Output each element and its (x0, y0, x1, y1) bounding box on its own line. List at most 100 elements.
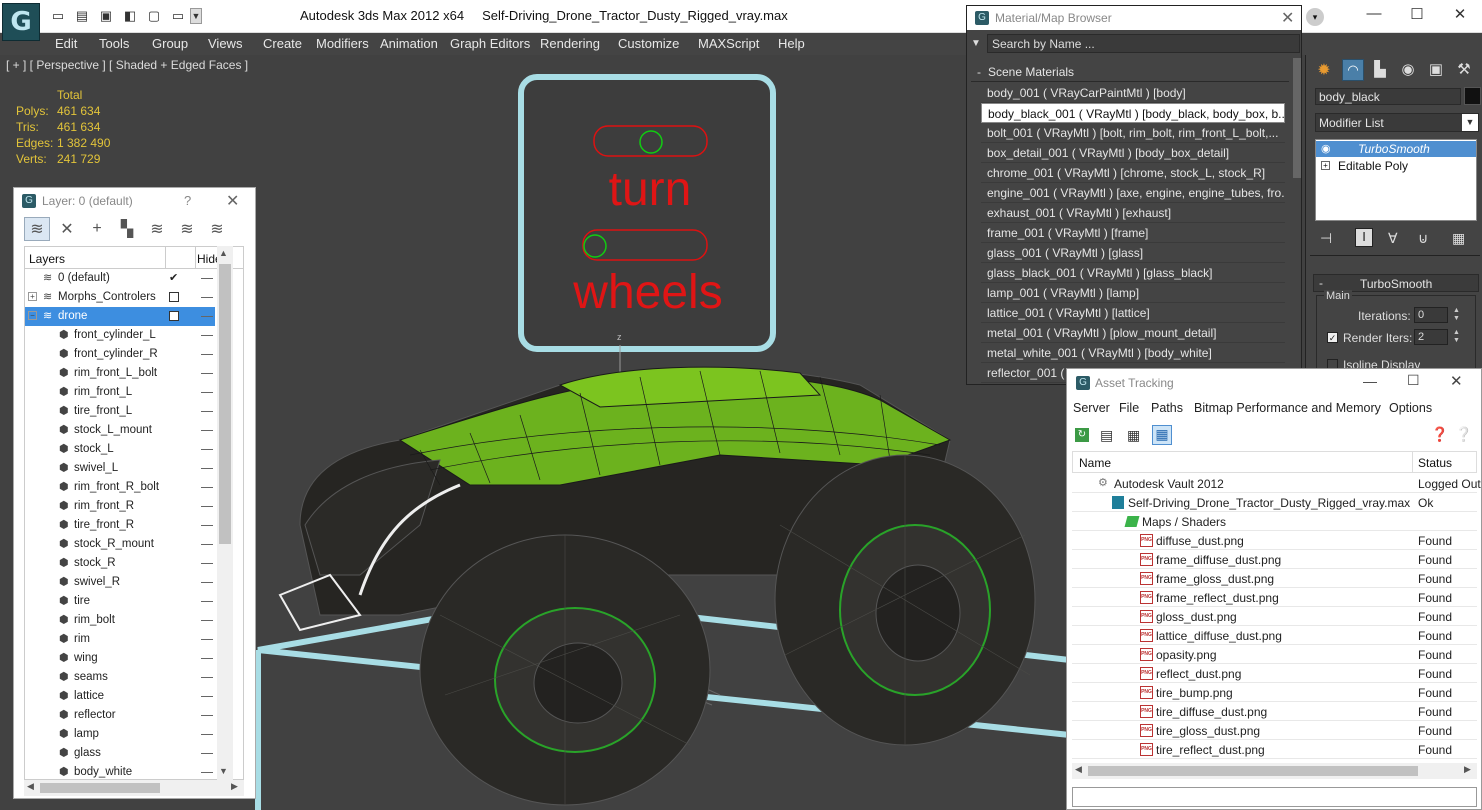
asset-row[interactable]: PNG tire_diffuse_dust.png Found (1072, 702, 1477, 721)
material-row[interactable]: box_detail_001 ( VRayMtl ) [body_box_det… (981, 143, 1285, 163)
hide-toggle[interactable] (201, 487, 213, 488)
layers-column-header[interactable]: Layers (29, 252, 65, 266)
hide-toggle[interactable] (201, 468, 213, 469)
open-file-icon[interactable]: ▤ (74, 8, 90, 24)
hide-toggle[interactable] (201, 449, 213, 450)
asset-row[interactable]: PNG frame_diffuse_dust.png Found (1072, 550, 1477, 569)
asset-menu-bitmap-performance[interactable]: Bitmap Performance and Memory (1194, 401, 1381, 415)
layer-row[interactable]: ⬢ front_cylinder_L (25, 326, 215, 345)
hide-toggle[interactable] (201, 316, 213, 317)
render-iters-spinner-arrows[interactable]: ▲ ▼ (1453, 329, 1460, 345)
hide-all-icon[interactable]: ≋ (174, 217, 200, 241)
material-row[interactable]: glass_001 ( VRayMtl ) [glass] (981, 243, 1285, 263)
settings-help-icon[interactable]: ❔ (1455, 426, 1472, 443)
current-layer-toggle[interactable] (169, 292, 179, 302)
layer-row[interactable]: ⬢ tire (25, 592, 215, 611)
list-view-icon[interactable]: ▤ (1100, 427, 1113, 444)
tractor-model[interactable] (278, 366, 1036, 806)
redo-icon[interactable]: ▢ (146, 8, 162, 24)
hide-toggle[interactable] (201, 601, 213, 602)
remove-modifier-icon[interactable]: ⊍ (1418, 230, 1428, 247)
layer-row[interactable]: ⬢ stock_R_mount (25, 535, 215, 554)
layer-row[interactable]: ⬢ seams (25, 668, 215, 687)
hide-toggle[interactable] (201, 620, 213, 621)
create-tab-icon[interactable]: ✹ (1314, 60, 1334, 80)
new-file-icon[interactable]: ▭ (50, 8, 66, 24)
add-to-layer-icon[interactable]: + (84, 217, 110, 241)
undo-icon[interactable]: ◧ (122, 8, 138, 24)
asset-row[interactable]: PNG lattice_diffuse_dust.png Found (1072, 626, 1477, 645)
material-row[interactable]: lattice_001 ( VRayMtl ) [lattice] (981, 303, 1285, 323)
asset-row[interactable]: Self-Driving_Drone_Tractor_Dusty_Rigged_… (1072, 493, 1477, 512)
layer-row[interactable]: ⬢ reflector (25, 706, 215, 725)
current-layer-check-icon[interactable]: ✔ (169, 271, 178, 284)
stack-item-editable-poly[interactable]: + Editable Poly (1316, 158, 1476, 174)
name-column-header[interactable]: Name (1079, 456, 1111, 470)
layer-row[interactable]: ⬢ front_cylinder_R (25, 345, 215, 364)
tree-view-icon[interactable]: ▦ (1127, 427, 1140, 444)
iterations-spinner-arrows[interactable]: ▲ ▼ (1453, 307, 1460, 323)
menu-create[interactable]: Create (263, 36, 302, 51)
asset-row[interactable]: PNG tire_reflect_dust.png Found (1072, 740, 1477, 759)
iterations-spinner[interactable]: 0 (1414, 307, 1448, 323)
info-center-icon[interactable]: ▾ (1306, 8, 1324, 26)
hide-toggle[interactable] (201, 658, 213, 659)
hide-toggle[interactable] (201, 335, 213, 336)
layer-horizontal-scrollbar[interactable]: ◀ ▶ (24, 780, 244, 796)
project-folder-icon[interactable]: ▭ (170, 8, 186, 24)
layer-row[interactable]: − ≋ drone (25, 307, 215, 326)
asset-row[interactable]: PNG tire_gloss_dust.png Found (1072, 721, 1477, 740)
material-scrollbar[interactable] (1293, 58, 1301, 178)
lightbulb-icon[interactable]: ◉ (1321, 142, 1331, 155)
display-tab-icon[interactable]: ▣ (1426, 60, 1446, 80)
create-layer-icon[interactable]: ≋ (24, 217, 50, 241)
object-name-field[interactable]: body_black (1315, 88, 1461, 105)
quick-access-dropdown-icon[interactable]: ▼ (190, 8, 202, 24)
render-iters-spinner[interactable]: 2 (1414, 329, 1448, 345)
hide-toggle[interactable] (201, 297, 213, 298)
layer-row[interactable]: ⬢ rim_front_L (25, 383, 215, 402)
asset-row[interactable]: PNG tire_bump.png Found (1072, 683, 1477, 702)
material-row[interactable]: frame_001 ( VRayMtl ) [frame] (981, 223, 1285, 243)
save-file-icon[interactable]: ▣ (98, 8, 114, 24)
layer-row[interactable]: ⬢ rim (25, 630, 215, 649)
asset-horizontal-scrollbar[interactable]: ◀ ▶ (1072, 763, 1477, 779)
layer-row[interactable]: ⬢ body_white (25, 763, 215, 779)
asset-row[interactable]: Maps / Shaders (1072, 512, 1477, 531)
hide-toggle[interactable] (201, 525, 213, 526)
layer-row[interactable]: ⬢ rim_front_R (25, 497, 215, 516)
asset-minimize-button[interactable]: — (1363, 373, 1377, 389)
layer-row[interactable]: ⬢ stock_L (25, 440, 215, 459)
asset-row[interactable]: PNG frame_reflect_dust.png Found (1072, 588, 1477, 607)
layer-row[interactable]: ⬢ rim_bolt (25, 611, 215, 630)
menu-animation[interactable]: Animation (380, 36, 438, 51)
asset-menu-file[interactable]: File (1119, 401, 1139, 415)
layer-row[interactable]: + ≋ Morphs_Controlers (25, 288, 215, 307)
hide-toggle[interactable] (201, 753, 213, 754)
material-row[interactable]: metal_white_001 ( VRayMtl ) [body_white] (981, 343, 1285, 363)
highlight-layer-icon[interactable]: ≋ (144, 217, 170, 241)
render-iters-checkbox[interactable]: ✓ (1327, 332, 1338, 343)
status-column-header[interactable]: Status (1418, 456, 1452, 470)
layer-row[interactable]: ⬢ stock_R (25, 554, 215, 573)
menu-maxscript[interactable]: MAXScript (698, 36, 759, 51)
hide-toggle[interactable] (201, 696, 213, 697)
stack-item-turbosmooth[interactable]: ◉ TurboSmooth (1316, 141, 1476, 157)
minimize-button[interactable]: — (1354, 5, 1394, 27)
table-view-icon[interactable]: ▦ (1152, 425, 1172, 445)
utilities-tab-icon[interactable]: ⚒ (1454, 60, 1474, 80)
layer-row[interactable]: ⬢ glass (25, 744, 215, 763)
viewport-label-menu[interactable]: [ + ] [ Perspective ] [ Shaded + Edged F… (6, 58, 248, 72)
asset-menu-paths[interactable]: Paths (1151, 401, 1183, 415)
material-row[interactable]: body_black_001 ( VRayMtl ) [body_black, … (981, 103, 1285, 123)
menu-group[interactable]: Group (152, 36, 188, 51)
current-layer-toggle[interactable] (169, 311, 179, 321)
hide-toggle[interactable] (201, 563, 213, 564)
asset-maximize-button[interactable]: ☐ (1407, 372, 1420, 389)
material-row[interactable]: chrome_001 ( VRayMtl ) [chrome, stock_L,… (981, 163, 1285, 183)
material-row[interactable]: engine_001 ( VRayMtl ) [axe, engine, eng… (981, 183, 1285, 203)
menu-modifiers[interactable]: Modifiers (316, 36, 369, 51)
hide-toggle[interactable] (201, 278, 213, 279)
asset-row[interactable]: PNG frame_gloss_dust.png Found (1072, 569, 1477, 588)
material-row[interactable]: metal_001 ( VRayMtl ) [plow_mount_detail… (981, 323, 1285, 343)
